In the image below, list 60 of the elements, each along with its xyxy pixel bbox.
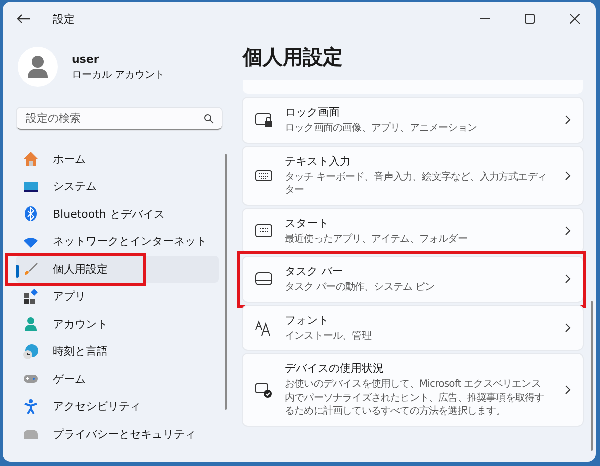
sidebar-item[interactable]: アクセシビリティ xyxy=(16,394,219,420)
search-icon xyxy=(204,114,214,124)
brush-icon xyxy=(23,261,39,278)
sidebar-item[interactable]: アプリ xyxy=(16,284,219,310)
apps-icon xyxy=(23,288,39,305)
scrollbar[interactable] xyxy=(591,301,593,451)
card-title: デバイスの使用状況 xyxy=(285,361,385,376)
chevron-icon xyxy=(565,322,571,333)
accessibility-icon xyxy=(23,398,39,415)
chevron-icon xyxy=(565,274,571,284)
settings-card[interactable]: テキスト入力 タッチ キーボード、音声入力、絵文字など、入力方式エディター xyxy=(243,146,583,204)
settings-card[interactable]: スタート 最近使ったアプリ、アイテム、フォルダー xyxy=(243,208,583,253)
chevron-icon xyxy=(565,115,571,126)
chevron-icon xyxy=(565,226,571,236)
settings-card[interactable]: タスク バー タスク バーの動作、システム ピン xyxy=(243,257,583,302)
start-menu-icon xyxy=(255,222,273,240)
card-title: タスク バー xyxy=(285,264,344,279)
close-icon[interactable] xyxy=(570,14,580,24)
card-title: テキスト入力 xyxy=(285,154,352,168)
sidebar-item[interactable]: システム xyxy=(16,174,219,200)
avatar xyxy=(18,47,58,87)
card-description: タッチ キーボード、音声入力、絵文字など、入力方式エディター xyxy=(285,170,548,198)
home-icon xyxy=(23,151,39,168)
card-description: インストール、管理 xyxy=(285,330,373,343)
window-title: 設定 xyxy=(53,12,75,26)
taskbar-icon xyxy=(255,270,273,288)
account-type: ローカル アカウント xyxy=(72,68,166,82)
globe-clock-icon xyxy=(23,344,39,360)
user-name: user xyxy=(72,52,100,66)
sidebar-item[interactable]: 時刻と言語 xyxy=(16,338,219,365)
back-icon[interactable] xyxy=(17,14,31,24)
card-title: フォント xyxy=(285,312,330,328)
device-check-icon xyxy=(255,380,273,399)
scrollbar[interactable] xyxy=(225,154,227,410)
sidebar-item[interactable]: ホーム xyxy=(16,146,219,172)
sidebar-item[interactable]: ネットワークとインターネット xyxy=(16,228,219,255)
card-description: お使いのデバイスを使用して、Microsoft エクスペリエンス内でパーソナライズされたヒント、広告、推奨事項を取得するために計画しているすべての方法を選択します。 xyxy=(285,378,546,418)
card-description: タスク バーの動作、システム ピン xyxy=(285,281,436,294)
sidebar-item[interactable]: Bluetooth とデバイス xyxy=(16,201,219,228)
chevron-icon xyxy=(565,170,571,180)
settings-card[interactable]: ロック画面 ロック画面の画像、アプリ、アニメーション xyxy=(243,98,583,142)
card-description: 最近使ったアプリ、アイテム、フォルダー xyxy=(285,232,468,246)
font-icon xyxy=(255,318,273,337)
lock-screen-icon xyxy=(255,111,273,130)
chevron-icon xyxy=(565,384,571,395)
page-title: 個人用設定 xyxy=(243,44,344,71)
maximize-icon[interactable] xyxy=(525,14,535,24)
sidebar-item[interactable]: アカウント xyxy=(16,311,219,338)
card-description: ロック画面の画像、アプリ、アニメーション xyxy=(285,122,478,136)
settings-card[interactable]: デバイスの使用状況 お使いのデバイスを使用して、Microsoft エクスペリエンス内でパーソナライズされたヒント、広告、推奨事項を取得するために計画しているすべての方法を選択します。 xyxy=(243,354,583,426)
card-title: スタート xyxy=(285,216,330,230)
bluetooth-icon xyxy=(23,206,39,222)
settings-card[interactable]: フォント インストール、管理 xyxy=(243,306,583,350)
person-icon xyxy=(23,316,39,332)
card-title: ロック画面 xyxy=(285,105,341,120)
selection-indicator xyxy=(16,265,19,278)
sidebar-item[interactable]: 個人用設定 xyxy=(16,256,219,282)
sidebar-item[interactable]: ゲーム xyxy=(16,366,219,392)
sidebar-item[interactable]: プライバシーとセキュリティ xyxy=(16,421,219,448)
search-field[interactable]: 設定の検索 xyxy=(17,108,222,130)
